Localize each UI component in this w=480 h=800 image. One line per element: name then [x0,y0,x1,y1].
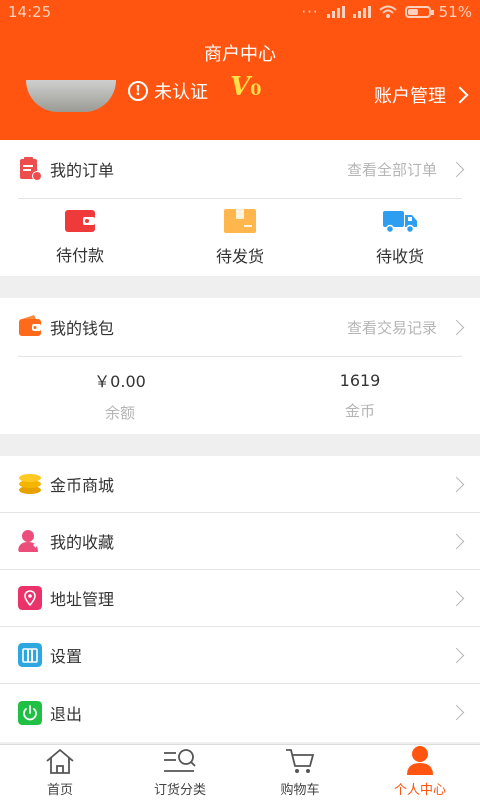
cart-icon [286,749,315,773]
warning-icon: ! [128,81,148,101]
balance-value: ￥0.00 [94,372,146,391]
tab-label: 订货分类 [153,783,206,798]
chevron-right-icon [448,533,465,549]
battery-percent: 51% [438,3,472,21]
menu-item-label: 退出 [50,704,83,724]
coins-icon [19,474,41,494]
notification-dots-icon: ··· [301,3,319,21]
signal-icon [326,6,345,18]
category-search-icon [164,749,196,772]
order-item-label: 待收货 [375,247,424,266]
tab-home[interactable]: 首页 [0,745,120,800]
account-management-link[interactable]: 账户管理 [374,82,469,108]
box-icon [224,209,256,233]
tab-profile[interactable]: 个人中心 [360,745,480,800]
balance-label: 余额 [104,404,135,422]
tab-label: 购物车 [280,783,320,798]
location-icon [18,586,42,610]
wallet-header[interactable]: 我的钱包 查看交易记录 [0,298,480,356]
menu-list: 金币商城 我的收藏 地址管理 设置 退出 [0,456,480,742]
user-icon [407,746,433,775]
truck-icon [383,211,417,233]
verify-text: 未认证 [154,82,208,103]
order-pending-payment[interactable]: 待付款 [0,199,160,277]
order-item-label: 待发货 [215,247,264,266]
chevron-right-icon [448,319,465,335]
order-status-row: 待付款 待发货 待收货 [0,199,480,277]
favorite-user-icon [18,530,41,552]
view-transactions-link[interactable]: 查看交易记录 [347,317,437,338]
power-icon [18,700,42,725]
level-prefix: V [230,72,251,102]
level-badge: V0 [230,72,261,102]
coins-block[interactable]: 1619 金币 [240,357,480,434]
wallet-icon [65,210,95,232]
chevron-right-icon [448,161,465,177]
order-pending-shipment[interactable]: 待发货 [160,199,320,277]
account-label: 账户管理 [374,86,446,107]
coins-label: 金币 [344,401,375,420]
avatar[interactable] [26,80,116,112]
order-clipboard-icon [20,157,42,181]
orders-header[interactable]: 我的订单 查看全部订单 [0,140,480,198]
chevron-right-icon [448,476,465,492]
wallet-card: 我的钱包 查看交易记录 ￥0.00 余额 1619 金币 [0,298,480,434]
verify-status[interactable]: ! 未认证 [128,78,208,104]
chevron-right-icon [448,704,465,721]
menu-item-label: 设置 [50,647,83,666]
menu-item-settings[interactable]: 设置 [0,627,480,684]
wallet-small-icon [19,315,41,336]
bottom-tab-bar: 首页 订货分类 购物车 个人中心 [0,744,480,800]
status-time: 14:25 [8,3,52,21]
header: 14:25 ··· 51% 商户中心 ! 未认证 V0 账户管理 [0,0,480,140]
settings-icon [18,643,42,667]
chevron-right-icon [448,647,465,663]
chevron-right-icon [451,86,469,104]
page-title: 商户中心 [204,44,276,65]
menu-item-coin-mall[interactable]: 金币商城 [0,456,480,513]
menu-item-label: 我的收藏 [50,533,115,552]
coins-value: 1619 [339,370,381,390]
menu-item-logout[interactable]: 退出 [0,684,480,741]
signal-icon-2 [352,6,371,18]
tab-label: 个人中心 [393,783,446,798]
tab-cart[interactable]: 购物车 [240,745,360,800]
wallet-values: ￥0.00 余额 1619 金币 [0,357,480,434]
wallet-label: 我的钱包 [50,319,115,338]
home-icon [46,748,74,774]
menu-item-label: 金币商城 [50,476,115,495]
level-value: 0 [250,80,262,99]
order-pending-receipt[interactable]: 待收货 [320,199,480,277]
battery-icon [404,6,434,18]
order-item-label: 待付款 [55,246,104,265]
status-bar: 14:25 ··· 51% [0,0,480,24]
tab-label: 首页 [46,783,73,798]
chevron-right-icon [448,590,465,606]
menu-item-favorites[interactable]: 我的收藏 [0,513,480,570]
tab-categories[interactable]: 订货分类 [120,745,240,800]
menu-item-label: 地址管理 [50,590,115,609]
wifi-icon [378,5,397,18]
view-all-orders-link[interactable]: 查看全部订单 [347,159,437,180]
balance-block[interactable]: ￥0.00 余额 [0,357,240,434]
orders-label: 我的订单 [50,161,115,180]
orders-card: 我的订单 查看全部订单 待付款 待发货 待收货 [0,140,480,276]
menu-item-address[interactable]: 地址管理 [0,570,480,627]
